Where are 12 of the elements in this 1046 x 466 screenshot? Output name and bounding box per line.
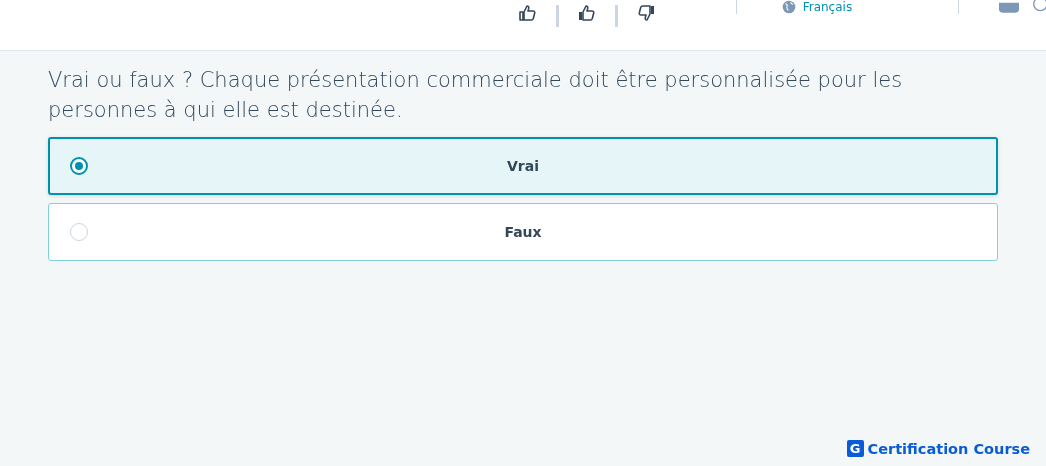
option-label: Faux <box>504 224 542 240</box>
question-text: Vrai ou faux ? Chaque présentation commerciale doit être personnalisée pour les personnes à qui elle est destinée. <box>48 67 904 124</box>
thumbs-down-icon[interactable] <box>636 3 656 23</box>
thumbs-up-icon[interactable] <box>518 3 538 23</box>
option-label: Vrai <box>507 158 539 174</box>
answer-option[interactable]: Faux <box>48 203 998 261</box>
brand-name: Certification Course <box>867 440 1030 457</box>
radio-button[interactable] <box>70 157 88 175</box>
thumbs-up-icon[interactable] <box>577 3 597 23</box>
answer-option[interactable]: Vrai <box>48 137 998 195</box>
language-selector[interactable]: Français <box>802 0 853 14</box>
logo-mark: G <box>846 440 864 457</box>
